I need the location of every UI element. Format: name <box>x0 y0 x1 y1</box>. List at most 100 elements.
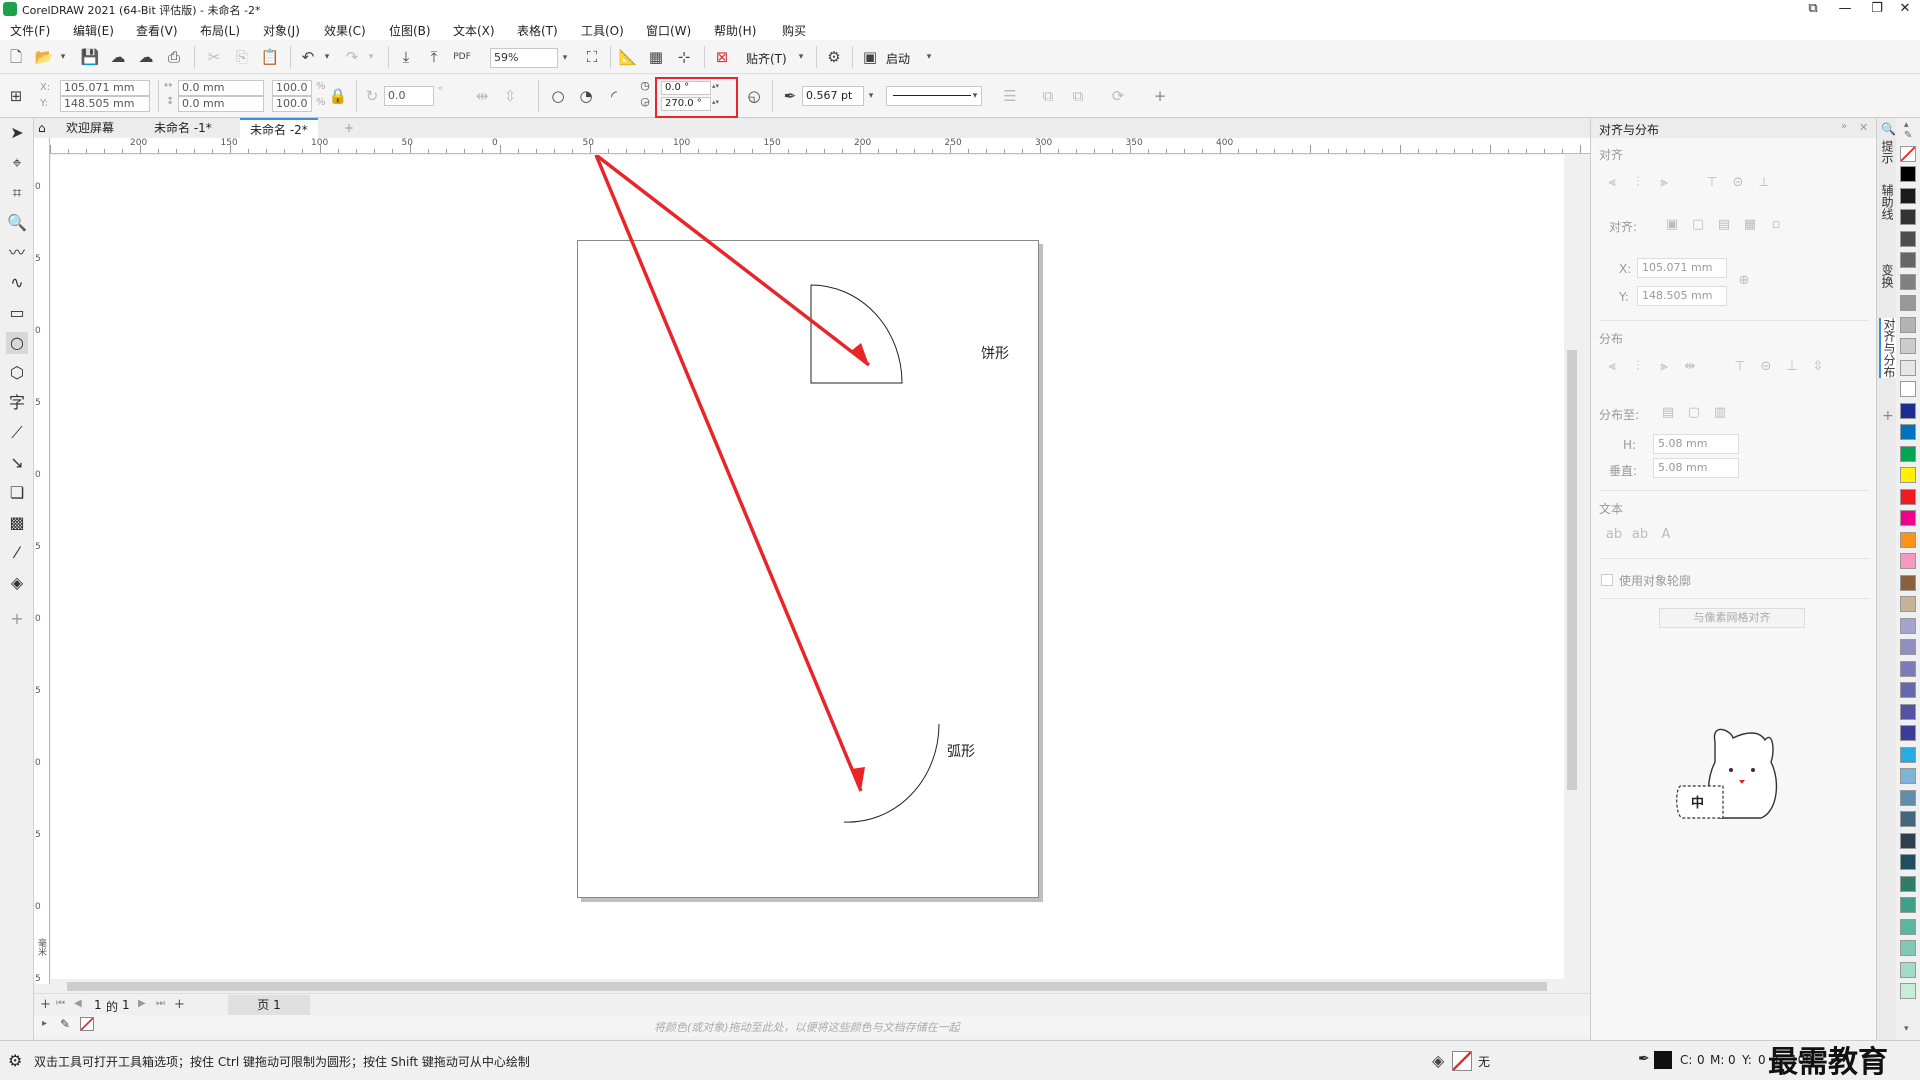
wrap-text-icon[interactable]: ☰ <box>1000 86 1020 106</box>
distribute-bottom-icon[interactable]: ⊥ <box>1783 358 1801 376</box>
docker-x-field[interactable]: 105.071 mm <box>1637 258 1727 278</box>
object-origin-icon[interactable]: ⊞ <box>6 86 26 106</box>
align-to-grid-icon[interactable]: ▦ <box>1741 216 1759 234</box>
menu-file[interactable]: 文件(F) <box>10 22 50 39</box>
width-field[interactable]: 0.0 mm <box>178 80 264 96</box>
change-direction-icon[interactable]: ◵ <box>744 86 764 106</box>
cloud-upload-icon[interactable]: ☁ <box>108 47 128 67</box>
full-screen-icon[interactable]: ⛶ <box>582 47 602 67</box>
new-document-icon[interactable]: 🗋 <box>6 47 26 67</box>
use-outline-checkbox[interactable] <box>1601 574 1613 586</box>
palette-menu-icon[interactable]: ▸ <box>42 1018 47 1029</box>
prev-page-icon[interactable]: ◀ <box>74 998 82 1009</box>
menu-buy[interactable]: 购买 <box>782 22 806 39</box>
palette-swatch[interactable] <box>1900 338 1916 354</box>
target-point-icon[interactable]: ⊕ <box>1735 272 1753 290</box>
hints-icon[interactable]: 🔍 <box>1881 122 1896 136</box>
docker-y-field[interactable]: 148.505 mm <box>1637 286 1727 306</box>
add-page-before-icon[interactable]: + <box>40 997 51 1012</box>
palette-swatch[interactable] <box>1900 854 1916 870</box>
palette-swatch[interactable] <box>1900 875 1916 892</box>
to-front-icon[interactable]: ⧉ <box>1038 86 1058 106</box>
menu-layout[interactable]: 布局(L) <box>200 22 240 39</box>
vertical-ruler[interactable]: 0 5 0 5 0 5 0 5 0 5 0 5 毫米 <box>34 138 50 984</box>
last-page-icon[interactable]: ⏭ <box>156 998 165 1009</box>
menu-help[interactable]: 帮助(H) <box>714 22 756 39</box>
eyedropper-icon[interactable]: ⁄ <box>6 542 28 564</box>
horizontal-scroll-thumb[interactable] <box>67 982 1547 991</box>
undo-dropdown-icon[interactable]: ▾ <box>320 48 334 66</box>
minimize-button[interactable]: — <box>1830 0 1860 18</box>
options-gear-icon[interactable]: ⚙ <box>824 47 844 67</box>
distribute-right-icon[interactable]: ⫸ <box>1655 358 1673 376</box>
outline-pen-status-icon[interactable]: ✒ <box>1638 1051 1650 1067</box>
palette-swatch[interactable] <box>1900 897 1916 913</box>
menu-text[interactable]: 文本(X) <box>453 22 495 39</box>
align-to-page-icon[interactable]: ▢ <box>1689 216 1707 234</box>
artistic-media-icon[interactable]: ∿ <box>6 272 28 294</box>
home-icon[interactable]: ⌂ <box>34 118 56 138</box>
outline-width-dropdown-icon[interactable]: ▾ <box>864 87 878 105</box>
height-field[interactable]: 0.0 mm <box>178 96 264 112</box>
palette-swatch[interactable] <box>1900 811 1916 827</box>
publish-pdf-icon[interactable]: PDF <box>452 47 472 67</box>
tab-transform[interactable]: 变换 <box>1879 264 1896 288</box>
align-left-icon[interactable]: ⫷ <box>1603 174 1621 192</box>
drop-shadow-icon[interactable]: ❏ <box>6 482 28 504</box>
distribute-top-icon[interactable]: ⊤ <box>1731 358 1749 376</box>
zoom-tool-icon[interactable]: 🔍 <box>6 212 28 234</box>
add-page-after-icon[interactable]: + <box>174 997 185 1012</box>
align-to-active-icon[interactable]: ▣ <box>1663 216 1681 234</box>
palette-no-color[interactable] <box>1900 146 1916 162</box>
palette-swatch[interactable] <box>1900 660 1916 677</box>
tab-guidelines[interactable]: 辅助线 <box>1879 184 1896 220</box>
shape-tool-icon[interactable]: ⌖ <box>6 152 28 174</box>
launch-dropdown-icon[interactable]: ▾ <box>922 48 936 66</box>
palette-swatch[interactable] <box>1900 295 1916 311</box>
palette-swatch[interactable] <box>1900 961 1916 978</box>
text-bbox-icon[interactable]: A <box>1657 526 1675 544</box>
distribute-space-v-icon[interactable]: ⇳ <box>1809 358 1827 376</box>
open-icon[interactable]: 📂 <box>34 47 54 67</box>
pick-tool-icon[interactable]: ➤ <box>6 122 28 144</box>
distribute-to-page-icon[interactable]: ▢ <box>1685 404 1703 422</box>
horizontal-ruler[interactable]: 200 150 100 50 0 50 100 150 200 250 300 350 400 <box>50 138 1590 154</box>
transparency-icon[interactable]: ▩ <box>6 512 28 534</box>
connector-tool-icon[interactable]: ↘ <box>6 452 28 474</box>
palette-swatch[interactable] <box>1900 316 1916 333</box>
palette-swatch[interactable] <box>1900 703 1916 720</box>
menu-effects[interactable]: 效果(C) <box>324 22 366 39</box>
docker-collapse-icon[interactable]: » <box>1841 121 1847 132</box>
align-bottom-icon[interactable]: ⊥ <box>1755 174 1773 192</box>
menu-view[interactable]: 查看(V) <box>136 22 178 39</box>
palette-swatch[interactable] <box>1900 209 1916 225</box>
palette-swatch[interactable] <box>1900 187 1916 204</box>
save-icon[interactable]: 💾 <box>80 47 100 67</box>
lock-ratio-icon[interactable]: 🔒 <box>328 86 348 106</box>
docker-close-icon[interactable]: ✕ <box>1859 121 1868 134</box>
outline-width-field[interactable]: 0.567 pt <box>802 86 864 106</box>
tab-welcome[interactable]: 欢迎屏幕 <box>56 118 124 138</box>
to-back-icon[interactable]: ⧉ <box>1068 86 1088 106</box>
align-pixel-grid-button[interactable]: 与像素网格对齐 <box>1659 608 1805 628</box>
close-button[interactable]: ✕ <box>1890 0 1920 18</box>
ellipse-mode-icon[interactable]: ○ <box>548 86 568 106</box>
menu-window[interactable]: 窗口(W) <box>646 22 691 39</box>
menu-table[interactable]: 表格(T) <box>517 22 558 39</box>
text-tool-icon[interactable]: 字 <box>6 392 28 414</box>
palette-eyedropper-icon[interactable]: ✎ <box>1904 130 1912 141</box>
palette-swatch[interactable] <box>1900 746 1916 763</box>
palette-down-arrow-icon[interactable]: ▾ <box>1904 1024 1909 1034</box>
distribute-to-selection-icon[interactable]: ▤ <box>1659 404 1677 422</box>
tab-hints[interactable]: 提示 <box>1879 140 1896 164</box>
palette-swatch[interactable] <box>1900 768 1916 784</box>
align-to-edge-icon[interactable]: ▤ <box>1715 216 1733 234</box>
distribute-center-v-icon[interactable]: ⊝ <box>1757 358 1775 376</box>
palette-swatch[interactable] <box>1900 682 1916 698</box>
text-baseline-icon[interactable]: ab <box>1605 526 1623 544</box>
rotation-field[interactable]: 0.0 <box>384 86 434 106</box>
freehand-tool-icon[interactable]: 〰 <box>6 242 28 264</box>
show-guidelines-icon[interactable]: ⊹ <box>674 47 694 67</box>
undo-icon[interactable]: ↶ <box>298 47 318 67</box>
fill-tool-icon[interactable]: ◈ <box>6 572 28 594</box>
